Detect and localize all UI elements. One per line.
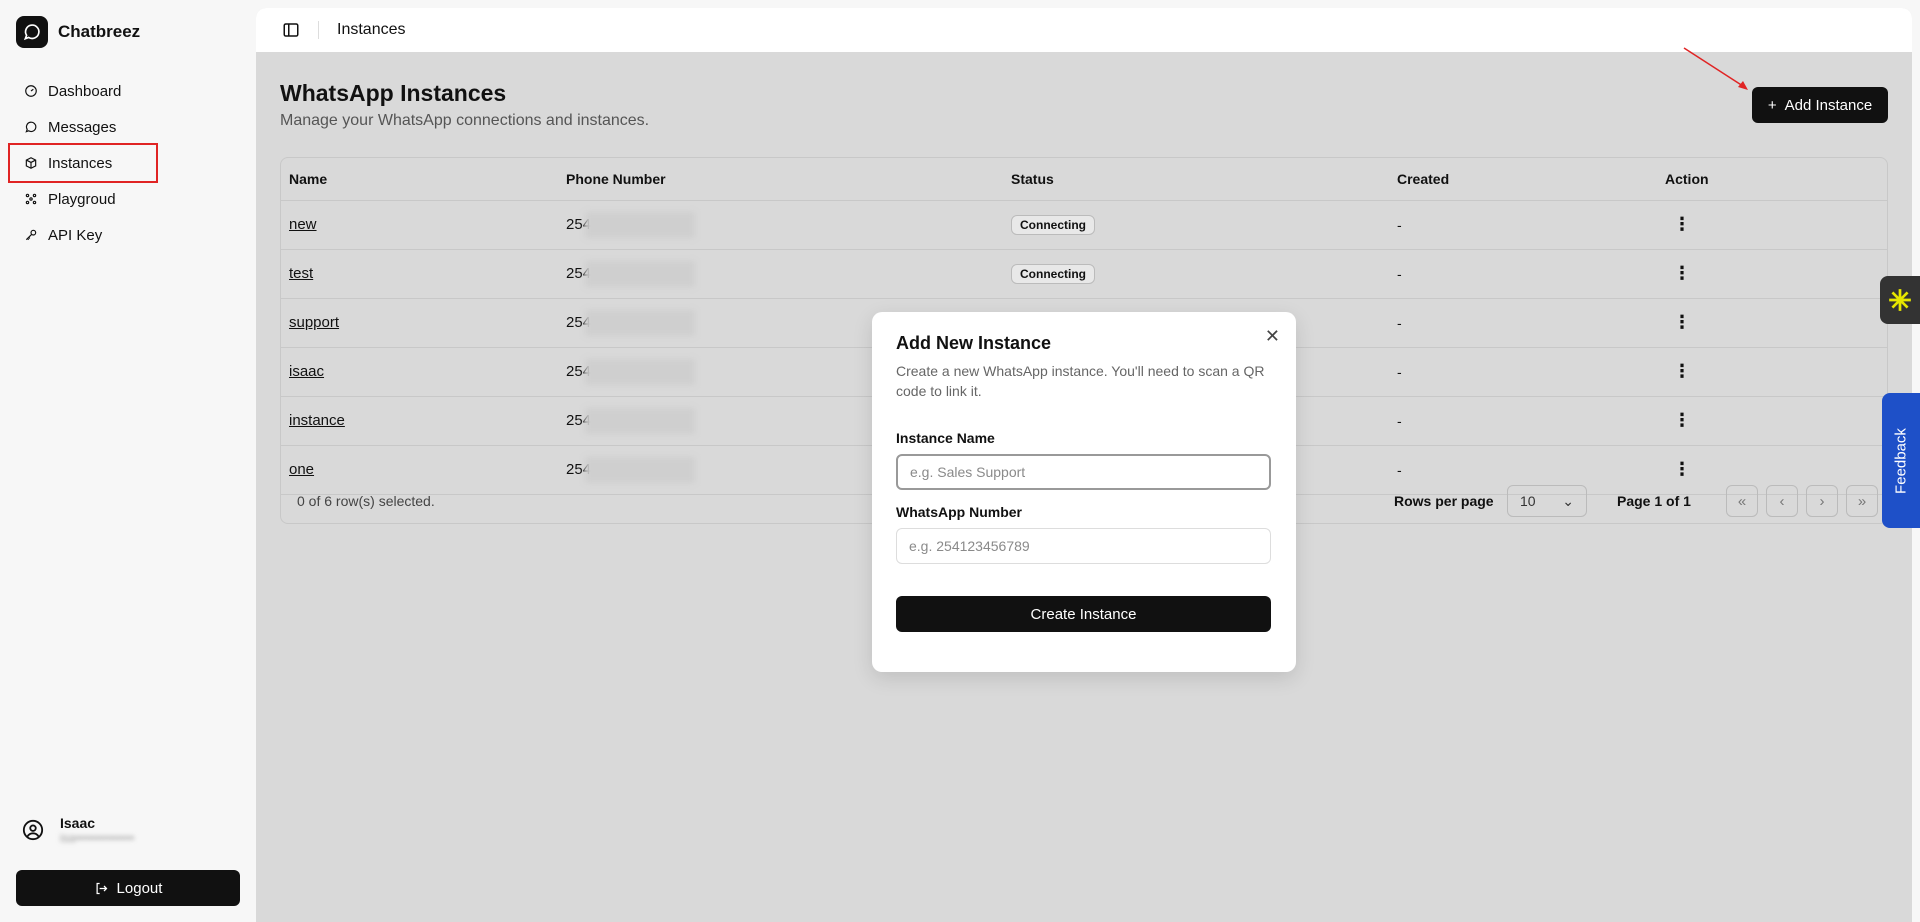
col-created[interactable]: Created: [1389, 158, 1657, 201]
instance-name-link[interactable]: one: [289, 461, 314, 478]
box-icon: [25, 157, 37, 169]
instance-name-input[interactable]: [896, 454, 1271, 490]
sidebar-item-label: Playgroud: [48, 190, 116, 208]
sidebar-item-label: Instances: [48, 154, 113, 172]
sparkle-icon: [25, 193, 37, 205]
more-vertical-icon[interactable]: ⋮: [1665, 459, 1691, 479]
instance-name-link[interactable]: new: [289, 216, 317, 233]
more-vertical-icon[interactable]: ⋮: [1665, 410, 1691, 430]
col-action: Action: [1657, 158, 1887, 201]
sidebar-item-label: API Key: [48, 226, 103, 244]
topbar: Instances: [256, 8, 1912, 52]
col-phone[interactable]: Phone Number: [558, 158, 1003, 201]
rows-per-page-value: 10: [1520, 493, 1536, 509]
status-badge: Connecting: [1011, 214, 1095, 235]
assistant-widget[interactable]: [1880, 276, 1920, 324]
sidebar-nav: Dashboard Messages Instances Playgroud A…: [8, 73, 246, 253]
pagination: « ‹ › »: [1726, 485, 1878, 517]
instance-name-link[interactable]: instance: [289, 412, 345, 429]
created-cell: -: [1389, 298, 1657, 348]
sidebar-item-label: Dashboard: [48, 82, 122, 100]
logout-icon: [96, 882, 107, 894]
instance-name-label: Instance Name: [896, 430, 995, 446]
sidebar-item-messages[interactable]: Messages: [10, 109, 246, 145]
page-info: Page 1 of 1: [1617, 493, 1691, 509]
user-name: Isaac: [60, 815, 96, 831]
gauge-icon: [25, 85, 37, 97]
more-vertical-icon[interactable]: ⋮: [1665, 361, 1691, 381]
sidebar-item-label: Messages: [48, 118, 117, 136]
selection-count: 0 of 6 row(s) selected.: [297, 493, 435, 509]
sidebar: Chatbreez Dashboard Messages Instances P…: [0, 0, 255, 922]
user-email: isa••••••••••••••: [60, 831, 135, 845]
sidebar-toggle-icon[interactable]: [282, 21, 300, 39]
dialog-title: Add New Instance: [896, 333, 1052, 353]
key-icon: [25, 229, 37, 241]
phone-number: 254: [566, 260, 696, 287]
phone-number: 254: [566, 407, 696, 434]
phone-number: 254: [566, 358, 696, 385]
chat-icon: [25, 121, 37, 133]
sidebar-item-playground[interactable]: Playgroud: [10, 181, 246, 217]
sidebar-item-api-key[interactable]: API Key: [10, 217, 246, 253]
page-subtitle: Manage your WhatsApp connections and ins…: [280, 112, 650, 129]
created-cell: -: [1389, 200, 1657, 250]
brand-name: Chatbreez: [58, 22, 141, 41]
col-status[interactable]: Status: [1003, 158, 1389, 201]
instance-name-link[interactable]: isaac: [289, 363, 324, 380]
logout-button[interactable]: Logout: [16, 870, 240, 906]
create-instance-button[interactable]: Create Instance: [896, 596, 1271, 632]
created-cell: -: [1389, 396, 1657, 446]
last-page-button[interactable]: »: [1846, 485, 1878, 517]
chat-logo-icon: [16, 16, 48, 48]
rows-per-page-label: Rows per page: [1394, 493, 1494, 509]
more-vertical-icon[interactable]: ⋮: [1665, 214, 1691, 234]
topbar-divider: [318, 21, 319, 39]
sidebar-item-dashboard[interactable]: Dashboard: [10, 73, 246, 109]
logout-label: Logout: [116, 879, 163, 897]
sidebar-item-instances[interactable]: Instances: [8, 143, 158, 183]
user-profile[interactable]: Isaac isa••••••••••••••: [22, 815, 215, 845]
instance-name-link[interactable]: support: [289, 314, 339, 331]
first-page-button[interactable]: «: [1726, 485, 1758, 517]
created-cell: -: [1389, 347, 1657, 397]
breadcrumb: Instances: [337, 21, 406, 38]
page-title: WhatsApp Instances: [280, 80, 507, 106]
next-page-button[interactable]: ›: [1806, 485, 1838, 517]
feedback-label: Feedback: [1892, 427, 1910, 494]
annotation-arrow: [1683, 47, 1748, 90]
created-cell: -: [1389, 249, 1657, 299]
brand[interactable]: Chatbreez: [16, 16, 140, 48]
table-row: new 254 Connecting - ⋮: [281, 200, 1887, 250]
close-icon[interactable]: ✕: [1265, 326, 1280, 347]
dialog-description: Create a new WhatsApp instance. You'll n…: [896, 363, 1265, 399]
redacted-blur: [585, 260, 696, 287]
redacted-blur: [585, 309, 696, 336]
status-badge: Connecting: [1011, 263, 1095, 284]
phone-number: 254: [566, 309, 696, 336]
whatsapp-number-input[interactable]: [896, 528, 1271, 564]
whatsapp-number-label: WhatsApp Number: [896, 504, 1022, 520]
add-instance-label: Add Instance: [1784, 96, 1873, 114]
more-vertical-icon[interactable]: ⋮: [1665, 312, 1691, 332]
redacted-blur: [585, 211, 696, 238]
prev-page-button[interactable]: ‹: [1766, 485, 1798, 517]
asterisk-icon: [1889, 289, 1911, 311]
table-header-row: Name Phone Number Status Created Action: [281, 158, 1887, 201]
redacted-blur: [585, 407, 696, 434]
more-vertical-icon[interactable]: ⋮: [1665, 263, 1691, 283]
add-instance-dialog: ✕ Add New Instance Create a new WhatsApp…: [872, 312, 1296, 672]
table-row: test 254 Connecting - ⋮: [281, 249, 1887, 299]
phone-number: 254: [566, 211, 696, 238]
chevron-down-icon: ⌄: [1562, 492, 1574, 509]
add-instance-button[interactable]: + Add Instance: [1752, 87, 1888, 123]
rows-per-page-select[interactable]: 10 ⌄: [1507, 485, 1587, 517]
instance-name-link[interactable]: test: [289, 265, 313, 282]
feedback-tab[interactable]: Feedback: [1882, 393, 1920, 528]
user-circle-icon: [22, 819, 44, 841]
plus-icon: +: [1767, 96, 1777, 114]
redacted-blur: [585, 358, 696, 385]
col-name[interactable]: Name: [281, 158, 558, 201]
